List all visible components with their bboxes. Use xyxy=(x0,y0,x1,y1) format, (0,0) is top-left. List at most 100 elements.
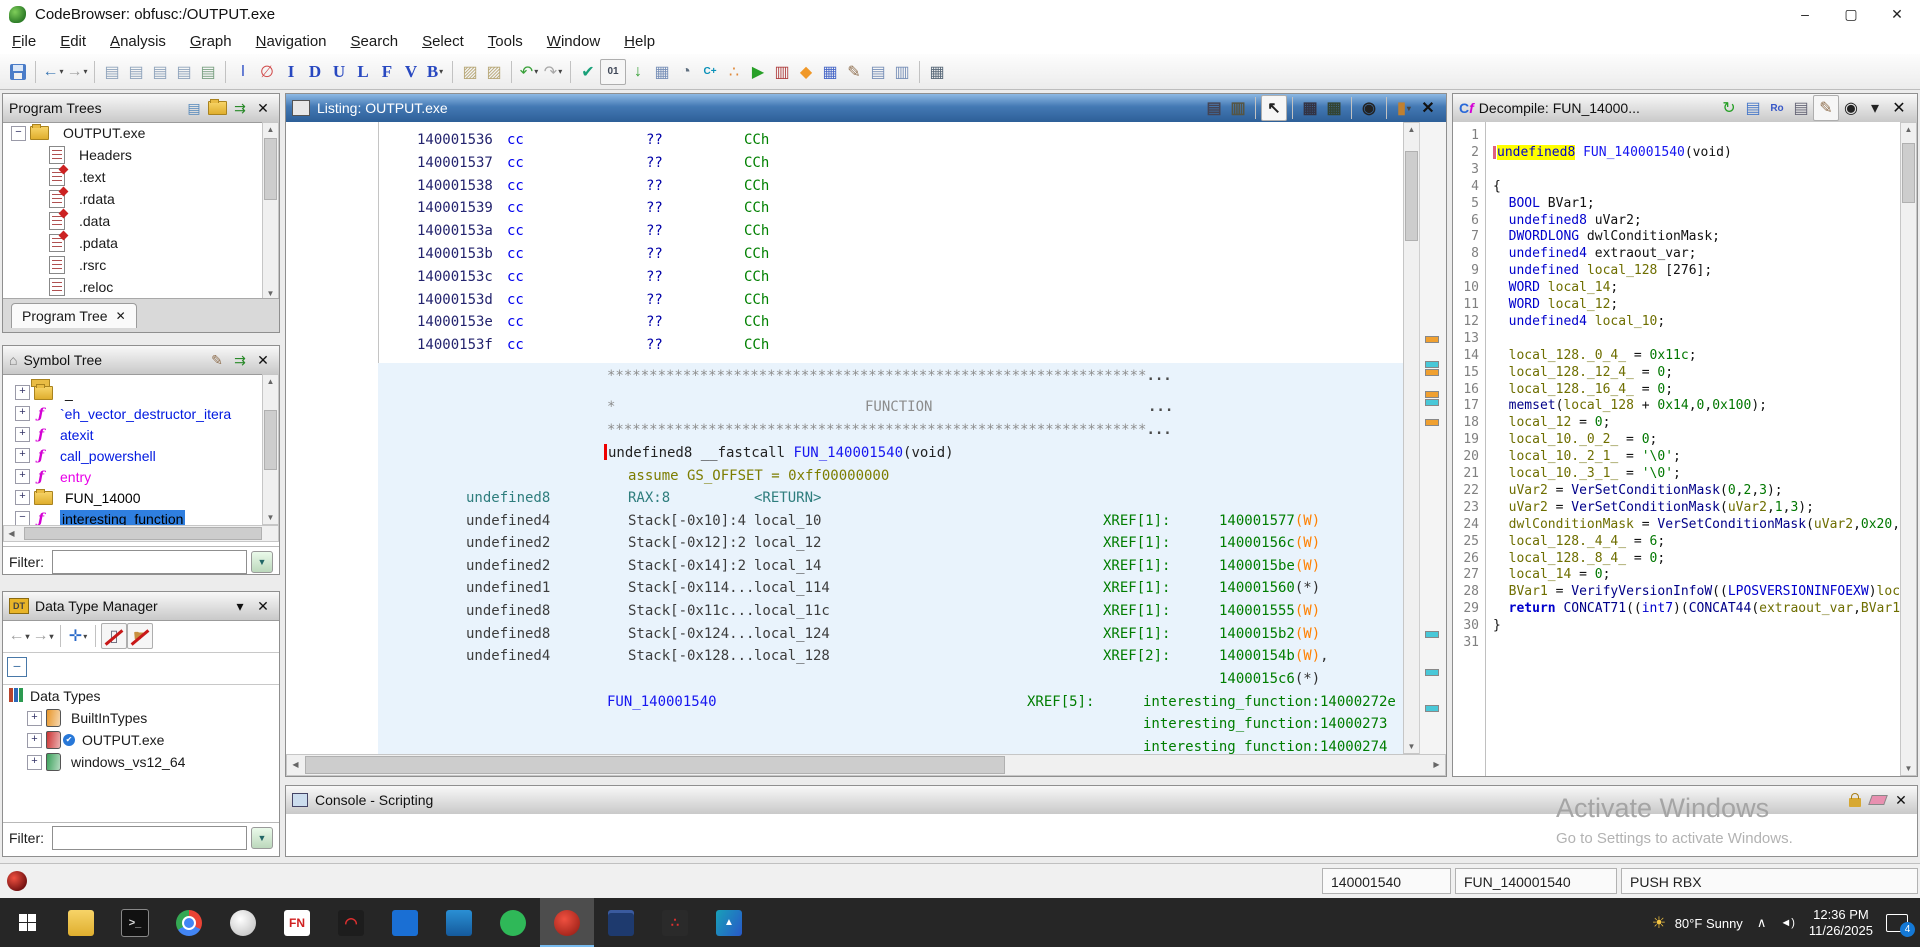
window-paste-icon[interactable]: ▥ xyxy=(890,60,914,84)
dtm-item-OUTPUTexe[interactable]: +✔OUTPUT.exe xyxy=(3,729,279,751)
green-app-icon[interactable] xyxy=(486,898,540,947)
listing-marker-lane[interactable] xyxy=(1419,122,1446,754)
letter-v-button[interactable]: V xyxy=(399,60,423,84)
menu-search[interactable]: Search xyxy=(339,31,411,52)
clear-console-icon[interactable] xyxy=(1868,790,1888,810)
navigation-marker[interactable] xyxy=(1425,631,1439,638)
navigation-marker[interactable] xyxy=(1425,399,1439,406)
tree-item-rdata[interactable]: .rdata xyxy=(3,188,262,210)
program-tree-scrollbar[interactable]: ▲▼ xyxy=(262,122,279,301)
symbol-tree-vscrollbar[interactable]: ▲▼ xyxy=(262,374,279,525)
letter-f-button[interactable]: F xyxy=(375,60,399,84)
copy-special-icon-3[interactable]: ▤ xyxy=(148,60,172,84)
mail-app-icon[interactable] xyxy=(432,898,486,947)
save-button[interactable] xyxy=(6,60,30,84)
undo-button[interactable]: ↶▾ xyxy=(517,60,541,84)
listing-hscrollbar[interactable]: ◀ ▶ xyxy=(286,754,1446,776)
new-tree-icon[interactable]: ▤ xyxy=(184,98,204,118)
copy-special-icon-4[interactable]: ▤ xyxy=(172,60,196,84)
dtm-filter-input[interactable] xyxy=(52,826,247,850)
letter-b-button[interactable]: B▾ xyxy=(423,60,447,84)
diamond-icon[interactable]: ◆ xyxy=(794,60,818,84)
memory-chip-icon[interactable]: ▦ xyxy=(925,60,949,84)
graph-nodes-icon[interactable]: ∴ xyxy=(722,60,746,84)
c-plus-icon[interactable]: C+ xyxy=(698,60,722,84)
close-icon[interactable]: ✕ xyxy=(1416,96,1440,120)
snapshot-camera-icon[interactable]: ◉ xyxy=(1357,96,1381,120)
menu-graph[interactable]: Graph xyxy=(178,31,244,52)
collapse-all-icon[interactable]: − xyxy=(7,657,27,677)
menu-help[interactable]: Help xyxy=(612,31,667,52)
letter-u-button[interactable]: U xyxy=(327,60,351,84)
tree-item-Headers[interactable]: Headers xyxy=(3,144,262,166)
menu-analysis[interactable]: Analysis xyxy=(98,31,178,52)
copy-icon[interactable]: ▤ xyxy=(1202,96,1226,120)
tree-item-rsrc[interactable]: .rsrc xyxy=(3,254,262,276)
navigation-marker[interactable] xyxy=(1425,361,1439,368)
decompiler-vscrollbar[interactable]: ▲▼ xyxy=(1900,122,1917,776)
navigation-marker[interactable] xyxy=(1425,705,1439,712)
tray-chevron-icon[interactable]: ∧ xyxy=(1750,915,1774,931)
symbol-item-atexit[interactable]: +ƒatexit xyxy=(3,424,262,445)
margin-format-icon[interactable]: ▮▾ xyxy=(1392,96,1416,120)
expander-icon[interactable]: − xyxy=(15,511,30,525)
book-icon[interactable]: ▥ xyxy=(770,60,794,84)
expand-tree-icon[interactable]: ⇉ xyxy=(230,350,250,370)
dtm-item-BuiltInTypes[interactable]: +BuiltInTypes xyxy=(3,707,279,729)
letter-l-button[interactable]: L xyxy=(351,60,375,84)
symbol-item-eh_vector_destructor_itera[interactable]: +ƒ`eh_vector_destructor_itera xyxy=(3,403,262,424)
menu-edit[interactable]: Edit xyxy=(48,31,98,52)
copy-special-icon-2[interactable]: ▤ xyxy=(124,60,148,84)
start-button[interactable] xyxy=(0,898,54,947)
maximize-button[interactable]: ▢ xyxy=(1828,0,1874,28)
ghidra-dragon-icon[interactable] xyxy=(540,898,594,947)
clear-color-icon[interactable]: ∅ xyxy=(255,60,279,84)
symbol-filter-input[interactable] xyxy=(52,550,247,574)
next-type-button[interactable]: →▾ xyxy=(31,624,55,648)
navigation-marker[interactable] xyxy=(1425,669,1439,676)
navigation-marker[interactable] xyxy=(1425,336,1439,343)
weather-widget[interactable]: ☀ 80°F Sunny xyxy=(1645,913,1750,933)
previous-type-button[interactable]: ←▾ xyxy=(7,624,31,648)
menu-tools[interactable]: Tools xyxy=(476,31,535,52)
grid-icon[interactable]: ▦ xyxy=(818,60,842,84)
tree-item-reloc[interactable]: .reloc xyxy=(3,276,262,298)
dropdown-icon[interactable]: ▾ xyxy=(230,596,250,616)
highlight-icon-2[interactable]: ▨ xyxy=(482,60,506,84)
bytes-view-icon[interactable]: 01 xyxy=(600,59,626,85)
tab-program-tree[interactable]: Program Tree ✕ xyxy=(11,303,137,328)
function-graph-icon[interactable]: ▤ xyxy=(1741,96,1765,120)
symbol-item-FUN_14000[interactable]: +FUN_14000 xyxy=(3,487,262,508)
close-icon[interactable]: ✕ xyxy=(253,596,273,616)
clock-icon[interactable]: ◔ xyxy=(674,60,698,84)
expander-icon[interactable]: + xyxy=(15,448,30,463)
open-folder-icon[interactable] xyxy=(207,98,227,118)
menu-window[interactable]: Window xyxy=(535,31,612,52)
cursor-arrow-icon[interactable]: ↖ xyxy=(1261,95,1287,121)
scroll-lock-icon[interactable] xyxy=(1845,790,1865,810)
hide-nonfunction-icon[interactable]: ▯ xyxy=(101,623,127,649)
close-icon[interactable]: ✕ xyxy=(253,350,273,370)
close-icon[interactable]: ✕ xyxy=(253,98,273,118)
close-button[interactable]: ✕ xyxy=(1874,0,1920,28)
edit-icon[interactable]: ✎ xyxy=(207,350,227,370)
expander-icon[interactable]: + xyxy=(27,711,42,726)
dtm-item-windows_vs12_64[interactable]: +windows_vs12_64 xyxy=(3,751,279,773)
validate-icon[interactable]: ✔ xyxy=(576,60,600,84)
terminal-icon[interactable]: >_ xyxy=(108,898,162,947)
notifications-icon[interactable]: 4 xyxy=(1886,914,1908,932)
close-icon[interactable]: ✕ xyxy=(1891,790,1911,810)
symbol-item-entry[interactable]: +ƒentry xyxy=(3,466,262,487)
symbol-item-interesting_function[interactable]: −ƒinteresting_function xyxy=(3,508,262,525)
listing-vscrollbar[interactable]: ▲▼ xyxy=(1403,122,1420,754)
hide-pointer-icon[interactable]: ☛ xyxy=(127,623,153,649)
expander-icon[interactable]: + xyxy=(15,385,30,400)
chrome-icon[interactable] xyxy=(162,898,216,947)
copy-special-icon-1[interactable]: ▤ xyxy=(100,60,124,84)
dual-listing-icon[interactable]: ▦ xyxy=(1298,96,1322,120)
navigate-back-button[interactable]: ←▾ xyxy=(41,60,65,84)
letter-d-button[interactable]: D xyxy=(303,60,327,84)
close-icon[interactable]: ✕ xyxy=(1887,96,1911,120)
navigation-marker[interactable] xyxy=(1425,369,1439,376)
tab-close-icon[interactable]: ✕ xyxy=(116,309,126,323)
